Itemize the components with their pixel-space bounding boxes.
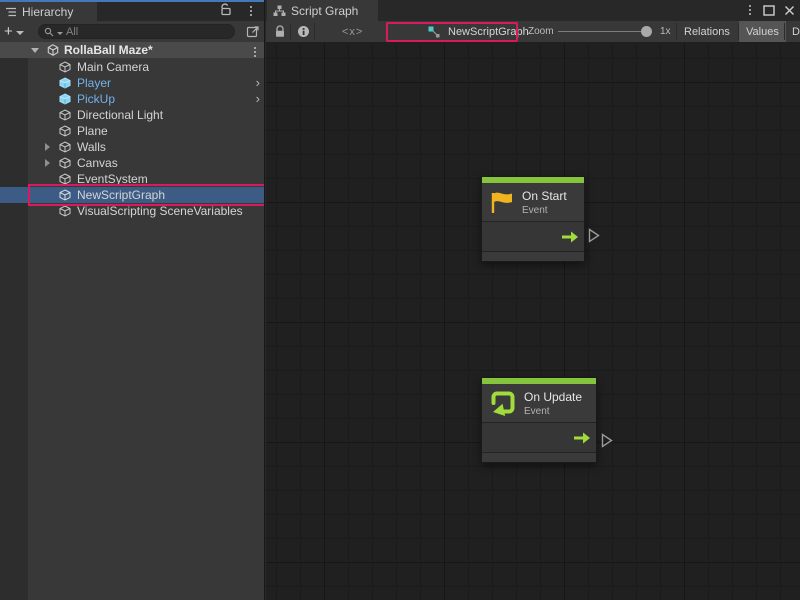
output-port-icon[interactable] bbox=[588, 228, 600, 243]
gameobject-cube-icon bbox=[59, 61, 71, 73]
node-output-row bbox=[482, 222, 584, 252]
focused-panel-indicator bbox=[0, 0, 265, 2]
script-graph-panel: Script Graph <x> bbox=[266, 0, 800, 600]
node-title: On Update bbox=[524, 390, 582, 404]
values-button[interactable]: Values bbox=[739, 21, 786, 42]
graph-asset-name[interactable]: NewScriptGraph bbox=[448, 21, 529, 42]
output-port-icon[interactable] bbox=[601, 433, 613, 448]
node-header: On Start Event bbox=[482, 183, 584, 222]
prefab-open-chevron-icon[interactable]: › bbox=[256, 78, 260, 88]
loop-icon bbox=[490, 390, 516, 417]
gameobject-cube-icon bbox=[59, 109, 71, 121]
hierarchy-menu-icon[interactable] bbox=[247, 4, 255, 18]
node-header: On Update Event bbox=[482, 384, 596, 423]
graph-tab-icon bbox=[273, 5, 286, 17]
hierarchy-item-plane[interactable]: Plane bbox=[0, 123, 265, 139]
hierarchy-tree: RollaBall Maze* Main Camera Player › bbox=[0, 42, 265, 600]
search-filter-caret-icon bbox=[57, 32, 63, 35]
variables-toggle[interactable]: <x> bbox=[342, 21, 363, 42]
tab-script-graph[interactable]: Script Graph bbox=[267, 0, 378, 21]
hierarchy-rows: Main Camera Player › PickUp › Direct bbox=[0, 59, 265, 219]
script-graph-toolbar: <x> NewScriptGraph Zoom 1x Relations Val… bbox=[266, 21, 800, 43]
hierarchy-item-newscriptgraph[interactable]: NewScriptGraph bbox=[0, 187, 265, 203]
hierarchy-item-walls[interactable]: Walls bbox=[0, 139, 265, 155]
prefab-cube-icon bbox=[59, 93, 71, 105]
node-output-row bbox=[482, 423, 596, 453]
tab-hierarchy-label: Hierarchy bbox=[22, 5, 73, 19]
node-title: On Start bbox=[522, 189, 567, 203]
zoom-slider-handle[interactable] bbox=[641, 26, 652, 37]
lock-icon[interactable] bbox=[274, 21, 286, 42]
info-icon[interactable] bbox=[297, 21, 310, 42]
gameobject-cube-icon bbox=[59, 173, 71, 185]
plus-icon: + bbox=[4, 23, 13, 40]
search-icon bbox=[44, 27, 54, 37]
unity-scene-icon bbox=[47, 44, 59, 56]
hierarchy-item-directional-light[interactable]: Directional Light bbox=[0, 107, 265, 123]
window-menu-icon[interactable] bbox=[746, 3, 754, 17]
close-icon[interactable] bbox=[784, 5, 795, 16]
hierarchy-item-canvas[interactable]: Canvas bbox=[0, 155, 265, 171]
chevron-down-icon bbox=[16, 31, 24, 35]
flag-icon bbox=[490, 191, 514, 214]
gameobject-cube-icon bbox=[59, 157, 71, 169]
node-on-update[interactable]: On Update Event bbox=[481, 377, 597, 463]
scene-name: RollaBall Maze* bbox=[64, 43, 153, 57]
scene-menu-icon[interactable] bbox=[251, 45, 259, 59]
tab-script-graph-label: Script Graph bbox=[291, 4, 358, 18]
hierarchy-tabstrip: Hierarchy bbox=[0, 0, 265, 21]
relations-button[interactable]: Relations bbox=[677, 21, 737, 42]
hierarchy-item-scenevariables[interactable]: VisualScripting SceneVariables bbox=[0, 203, 265, 219]
unity-editor-window: Hierarchy + All bbox=[0, 0, 800, 600]
hierarchy-item-eventsystem[interactable]: EventSystem bbox=[0, 171, 265, 187]
gameobject-cube-icon bbox=[59, 189, 71, 201]
scene-foldout-icon[interactable] bbox=[31, 48, 39, 53]
gameobject-cube-icon bbox=[59, 141, 71, 153]
node-subtitle: Event bbox=[524, 406, 582, 417]
zoom-label: Zoom bbox=[528, 21, 554, 42]
unlock-icon[interactable] bbox=[220, 3, 232, 16]
node-subtitle: Event bbox=[522, 205, 567, 216]
search-placeholder: All bbox=[66, 26, 78, 38]
hierarchy-item-player[interactable]: Player › bbox=[0, 75, 265, 91]
dim-button[interactable]: Dim bbox=[785, 21, 800, 42]
prefab-open-chevron-icon[interactable]: › bbox=[256, 94, 260, 104]
prefab-cube-icon bbox=[59, 77, 71, 89]
node-footer bbox=[482, 252, 584, 261]
maximize-icon[interactable] bbox=[763, 5, 775, 16]
hierarchy-panel: Hierarchy + All bbox=[0, 0, 265, 600]
tab-hierarchy[interactable]: Hierarchy bbox=[0, 2, 97, 21]
create-object-button[interactable]: + bbox=[4, 23, 30, 40]
search-input[interactable]: All bbox=[38, 24, 235, 39]
zoom-value: 1x bbox=[660, 21, 671, 42]
expand-arrow-icon[interactable] bbox=[45, 143, 50, 151]
node-footer bbox=[482, 453, 596, 462]
hierarchy-icon bbox=[5, 6, 17, 18]
expand-arrow-icon[interactable] bbox=[45, 159, 50, 167]
hierarchy-item-pickup[interactable]: PickUp › bbox=[0, 91, 265, 107]
node-on-start[interactable]: On Start Event bbox=[481, 176, 585, 262]
graph-asset-icon bbox=[428, 21, 440, 42]
flow-arrow-icon bbox=[561, 231, 579, 243]
script-graph-tabstrip: Script Graph bbox=[266, 0, 800, 21]
hierarchy-toolbar: + All bbox=[0, 21, 265, 42]
zoom-slider-track[interactable] bbox=[558, 31, 652, 32]
scene-header[interactable]: RollaBall Maze* bbox=[0, 42, 265, 58]
gameobject-cube-icon bbox=[59, 205, 71, 217]
open-search-window-icon[interactable] bbox=[246, 24, 260, 38]
gameobject-cube-icon bbox=[59, 125, 71, 137]
flow-arrow-icon bbox=[573, 432, 591, 444]
hierarchy-item-main-camera[interactable]: Main Camera bbox=[0, 59, 265, 75]
graph-canvas[interactable]: On Start Event bbox=[266, 43, 800, 600]
